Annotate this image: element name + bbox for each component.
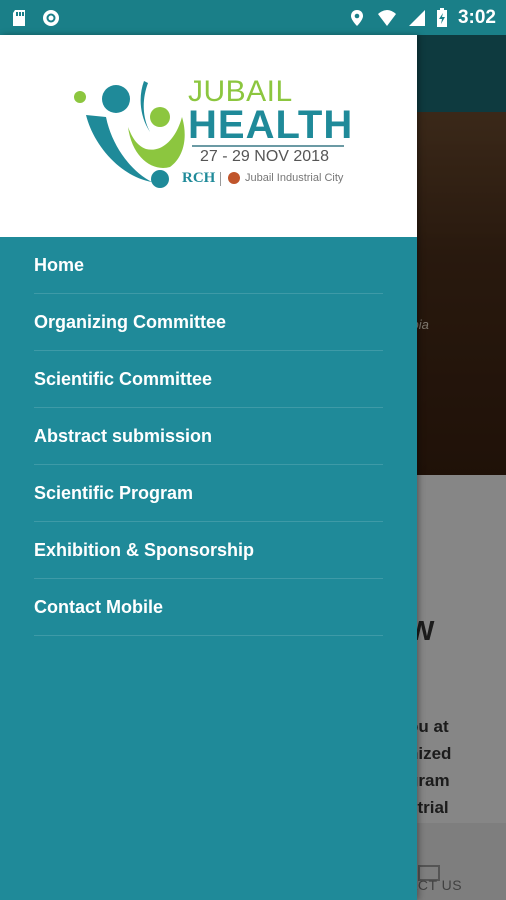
status-right-icons: 3:02 — [348, 7, 496, 29]
drawer-header: JUBAIL HEALTH 27 - 29 NOV 2018 RCH Jubai… — [0, 35, 417, 237]
sd-card-icon — [13, 9, 25, 26]
battery-charging-icon — [436, 7, 447, 27]
drawer-menu: Home Organizing Committee Scientific Com… — [0, 237, 417, 636]
logo-divider-line — [192, 145, 344, 147]
signal-icon — [408, 9, 425, 26]
logo-jubail-industrial-city: Jubail Industrial City — [245, 172, 344, 184]
menu-item-scientific-program[interactable]: Scientific Program — [34, 465, 383, 522]
logo-word-health: HEALTH — [188, 103, 354, 147]
status-left-icons — [10, 9, 60, 27]
logo-org-divider — [220, 172, 221, 186]
jubail-industrial-city-emblem-icon — [228, 172, 240, 184]
location-icon — [350, 9, 363, 26]
menu-item-home[interactable]: Home — [34, 237, 383, 294]
wifi-icon — [377, 9, 396, 26]
jubail-health-logo-figure-icon — [74, 81, 185, 188]
menu-item-contact-mobile[interactable]: Contact Mobile — [34, 579, 383, 636]
menu-item-abstract-submission[interactable]: Abstract submission — [34, 408, 383, 465]
logo-rch: RCH — [182, 170, 216, 186]
status-bar: 3:02 — [0, 0, 506, 35]
navigation-drawer: JUBAIL HEALTH 27 - 29 NOV 2018 RCH Jubai… — [0, 35, 417, 900]
logo-event-dates: 27 - 29 NOV 2018 — [200, 148, 329, 165]
status-time: 3:02 — [457, 6, 496, 28]
notification-circle-icon — [43, 9, 59, 26]
menu-item-scientific-committee[interactable]: Scientific Committee — [34, 351, 383, 408]
menu-item-organizing-committee[interactable]: Organizing Committee — [34, 294, 383, 351]
menu-item-exhibition-sponsorship[interactable]: Exhibition & Sponsorship — [34, 522, 383, 579]
